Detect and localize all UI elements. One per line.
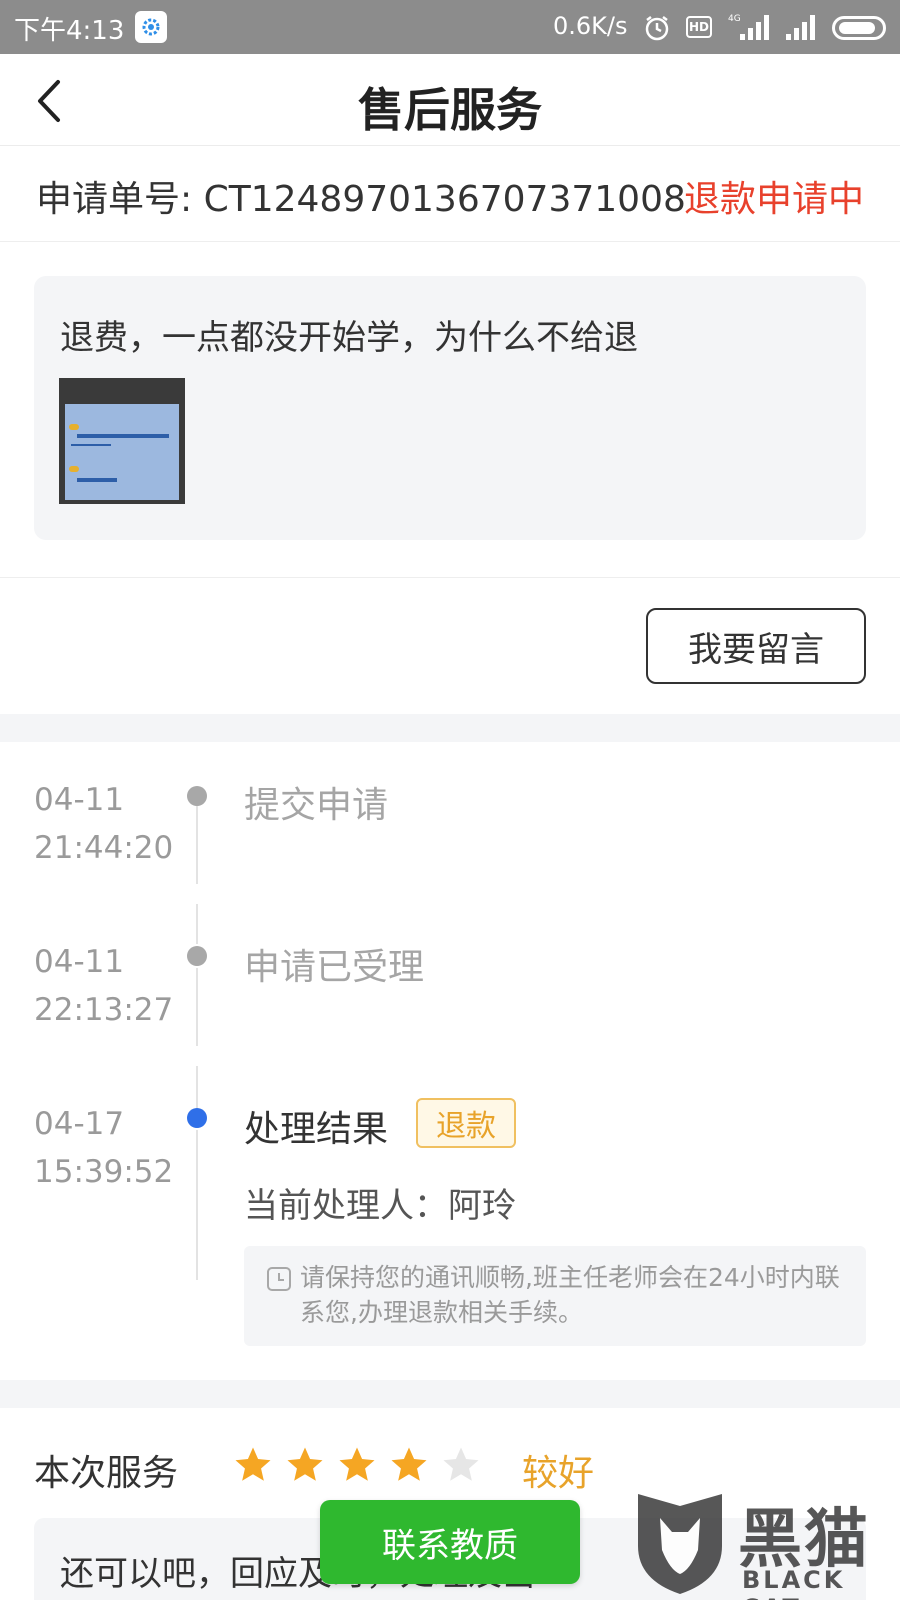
current-handler: 当前处理人：阿玲 bbox=[244, 1186, 516, 1226]
timeline-time: 22:13:27 bbox=[34, 992, 174, 1028]
thumbnail-text-line bbox=[77, 434, 169, 438]
status-bar: 下午4:13 0.6K/s HD 4G bbox=[0, 0, 900, 54]
rating-grade: 较好 bbox=[522, 1453, 595, 1494]
app-icon bbox=[135, 11, 167, 43]
timeline-line bbox=[196, 806, 198, 884]
timeline-date: 04-17 bbox=[34, 1106, 125, 1142]
thumbnail-text-line bbox=[71, 444, 111, 446]
star-filled-icon[interactable] bbox=[284, 1444, 326, 1486]
watermark-subtext: BLACK CAT bbox=[742, 1566, 846, 1600]
status-time: 下午4:13 bbox=[14, 16, 125, 46]
star-filled-icon[interactable] bbox=[388, 1444, 430, 1486]
timeline-time: 15:39:52 bbox=[34, 1154, 174, 1190]
watermark: 黑猫 BLACK CAT bbox=[630, 1488, 892, 1600]
thumbnail-emoji bbox=[69, 466, 79, 472]
order-info-row: 申请单号: CT1248970136707371008 退款申请中 bbox=[0, 146, 900, 242]
order-number: 申请单号: CT1248970136707371008 bbox=[36, 179, 686, 220]
svg-text:4G: 4G bbox=[728, 14, 741, 24]
timeline-title: 处理结果 bbox=[244, 1109, 389, 1150]
alarm-icon bbox=[645, 16, 669, 41]
timeline-date: 04-11 bbox=[34, 782, 125, 818]
notice-text: 请保持您的通讯顺畅,班主任老师会在24小时内联系您,办理退款相关手续。 bbox=[300, 1263, 840, 1327]
signal-icon bbox=[786, 15, 815, 40]
timeline-line bbox=[196, 968, 198, 1046]
header: 售后服务 bbox=[0, 54, 900, 146]
message-card: 退费，一点都没开始学，为什么不给退 bbox=[34, 276, 866, 540]
signal-4g-icon: 4G bbox=[728, 14, 769, 40]
timeline-line bbox=[196, 1130, 198, 1280]
star-filled-icon[interactable] bbox=[336, 1444, 378, 1486]
star-empty-icon[interactable] bbox=[440, 1444, 482, 1486]
hd-icon: HD bbox=[686, 16, 712, 38]
thumbnail-screen bbox=[65, 404, 179, 500]
section-divider bbox=[0, 714, 900, 742]
message-section: 退费，一点都没开始学，为什么不给退 bbox=[0, 242, 900, 578]
contact-button[interactable]: 联系教质 bbox=[320, 1500, 580, 1584]
timeline-line bbox=[196, 904, 198, 944]
order-status-badge: 退款申请中 bbox=[683, 179, 864, 220]
timeline-dot bbox=[187, 946, 207, 966]
attached-screenshot-thumbnail[interactable] bbox=[59, 378, 185, 504]
battery-icon bbox=[832, 16, 886, 40]
notice-box: 请保持您的通讯顺畅,班主任老师会在24小时内联系您,办理退款相关手续。 bbox=[244, 1246, 866, 1346]
page-title: 售后服务 bbox=[358, 83, 542, 137]
clock-icon bbox=[267, 1267, 291, 1291]
timeline-line bbox=[196, 1066, 198, 1108]
timeline-title: 申请已受理 bbox=[244, 947, 425, 988]
rating-label: 本次服务 bbox=[34, 1453, 179, 1494]
thumbnail-emoji bbox=[69, 424, 79, 430]
leave-message-button[interactable]: 我要留言 bbox=[646, 608, 866, 684]
refund-tag: 退款 bbox=[416, 1098, 516, 1148]
timeline-time: 21:44:20 bbox=[34, 830, 174, 866]
black-cat-logo-icon bbox=[638, 1494, 722, 1594]
timeline-dot bbox=[187, 786, 207, 806]
message-text: 退费，一点都没开始学，为什么不给退 bbox=[60, 318, 638, 358]
star-filled-icon[interactable] bbox=[232, 1444, 274, 1486]
timeline-title: 提交申请 bbox=[244, 785, 389, 826]
thumbnail-text-line bbox=[77, 478, 117, 482]
rating-stars bbox=[232, 1444, 482, 1490]
network-speed: 0.6K/s bbox=[553, 12, 628, 40]
timeline-date: 04-11 bbox=[34, 944, 125, 980]
timeline-dot-active bbox=[187, 1108, 207, 1128]
leave-message-row: 我要留言 bbox=[0, 578, 900, 714]
section-divider bbox=[0, 1380, 900, 1408]
